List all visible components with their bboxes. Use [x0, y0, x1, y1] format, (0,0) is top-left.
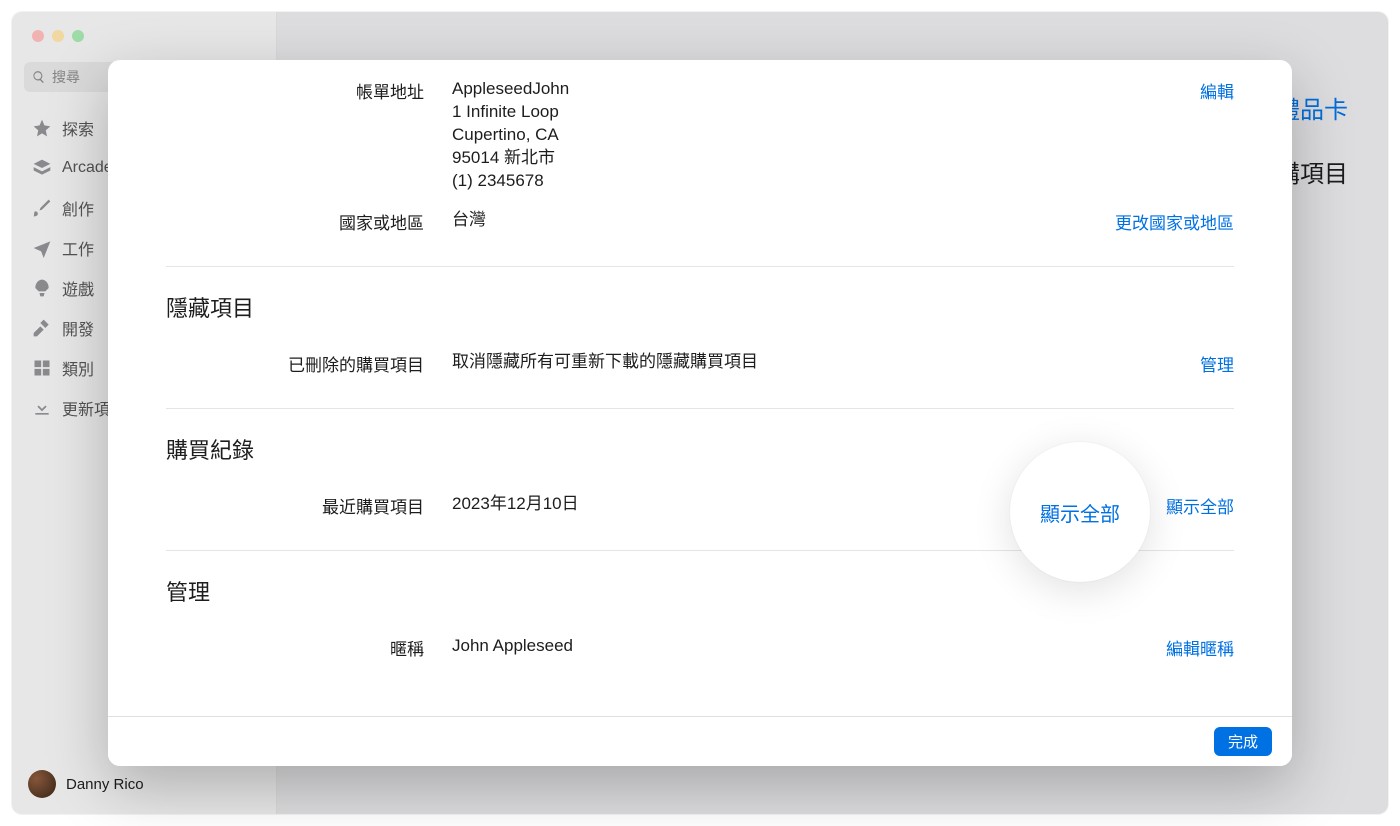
sidebar-item-label: 探索 — [62, 116, 94, 140]
sidebar-item-label: 類別 — [62, 356, 94, 380]
sidebar-item-label: 工作 — [62, 236, 94, 260]
billing-address-label: 帳單地址 — [166, 78, 452, 193]
purchase-history-section-title: 購買紀錄 — [166, 433, 1234, 465]
nickname-label: 暱稱 — [166, 635, 452, 660]
recent-purchase-value: 2023年12月10日 — [452, 493, 1146, 518]
hidden-items-section-title: 隱藏項目 — [166, 291, 1234, 323]
sheet-scroll-area[interactable]: 帳單地址 AppleseedJohn 1 Infinite Loop Cuper… — [108, 60, 1292, 716]
sidebar-item-label: Arcade — [62, 159, 113, 177]
sidebar-item-label: 創作 — [62, 196, 94, 220]
sheet-footer: 完成 — [108, 716, 1292, 766]
recent-purchase-label: 最近購買項目 — [166, 493, 452, 518]
edit-nickname-link[interactable]: 編輯暱稱 — [1166, 640, 1234, 659]
show-all-purchases-link[interactable]: 顯示全部 — [1166, 498, 1234, 517]
divider — [166, 408, 1234, 409]
rocket-icon — [32, 278, 52, 298]
search-placeholder: 搜尋 — [52, 67, 80, 87]
billing-address-value: AppleseedJohn 1 Infinite Loop Cupertino,… — [452, 78, 1180, 193]
billing-address-row: 帳單地址 AppleseedJohn 1 Infinite Loop Cuper… — [166, 70, 1234, 201]
hidden-purchases-row: 已刪除的購買項目 取消隱藏所有可重新下載的隱藏購買項目 管理 — [166, 343, 1234, 384]
recent-purchase-row: 最近購買項目 2023年12月10日 顯示全部 — [166, 485, 1234, 526]
user-name: Danny Rico — [66, 776, 144, 793]
sidebar-user[interactable]: Danny Rico — [12, 764, 276, 804]
region-row: 國家或地區 台灣 更改國家或地區 — [166, 201, 1234, 242]
sidebar-item-label: 遊戲 — [62, 276, 94, 300]
hammer-icon — [32, 318, 52, 338]
sidebar-item-label: 開發 — [62, 316, 94, 340]
divider — [166, 550, 1234, 551]
star-icon — [32, 118, 52, 138]
brush-icon — [32, 198, 52, 218]
account-settings-sheet: 帳單地址 AppleseedJohn 1 Infinite Loop Cuper… — [108, 60, 1292, 766]
arcade-icon — [32, 158, 52, 178]
divider — [166, 266, 1234, 267]
manage-section-title: 管理 — [166, 575, 1234, 607]
hidden-purchases-label: 已刪除的購買項目 — [166, 351, 452, 376]
grid-icon — [32, 358, 52, 378]
sidebar-item-label: 更新項 — [62, 396, 110, 420]
region-label: 國家或地區 — [166, 209, 452, 234]
plane-icon — [32, 238, 52, 258]
nickname-value: John Appleseed — [452, 635, 1146, 660]
avatar — [28, 770, 56, 798]
region-value: 台灣 — [452, 209, 1095, 234]
done-button[interactable]: 完成 — [1214, 727, 1272, 756]
manage-hidden-link[interactable]: 管理 — [1200, 356, 1234, 375]
nickname-row: 暱稱 John Appleseed 編輯暱稱 — [166, 627, 1234, 668]
edit-billing-link[interactable]: 編輯 — [1200, 83, 1234, 102]
download-icon — [32, 398, 52, 418]
hidden-purchases-value: 取消隱藏所有可重新下載的隱藏購買項目 — [452, 351, 1180, 376]
search-icon — [32, 70, 46, 84]
change-region-link[interactable]: 更改國家或地區 — [1115, 214, 1234, 233]
